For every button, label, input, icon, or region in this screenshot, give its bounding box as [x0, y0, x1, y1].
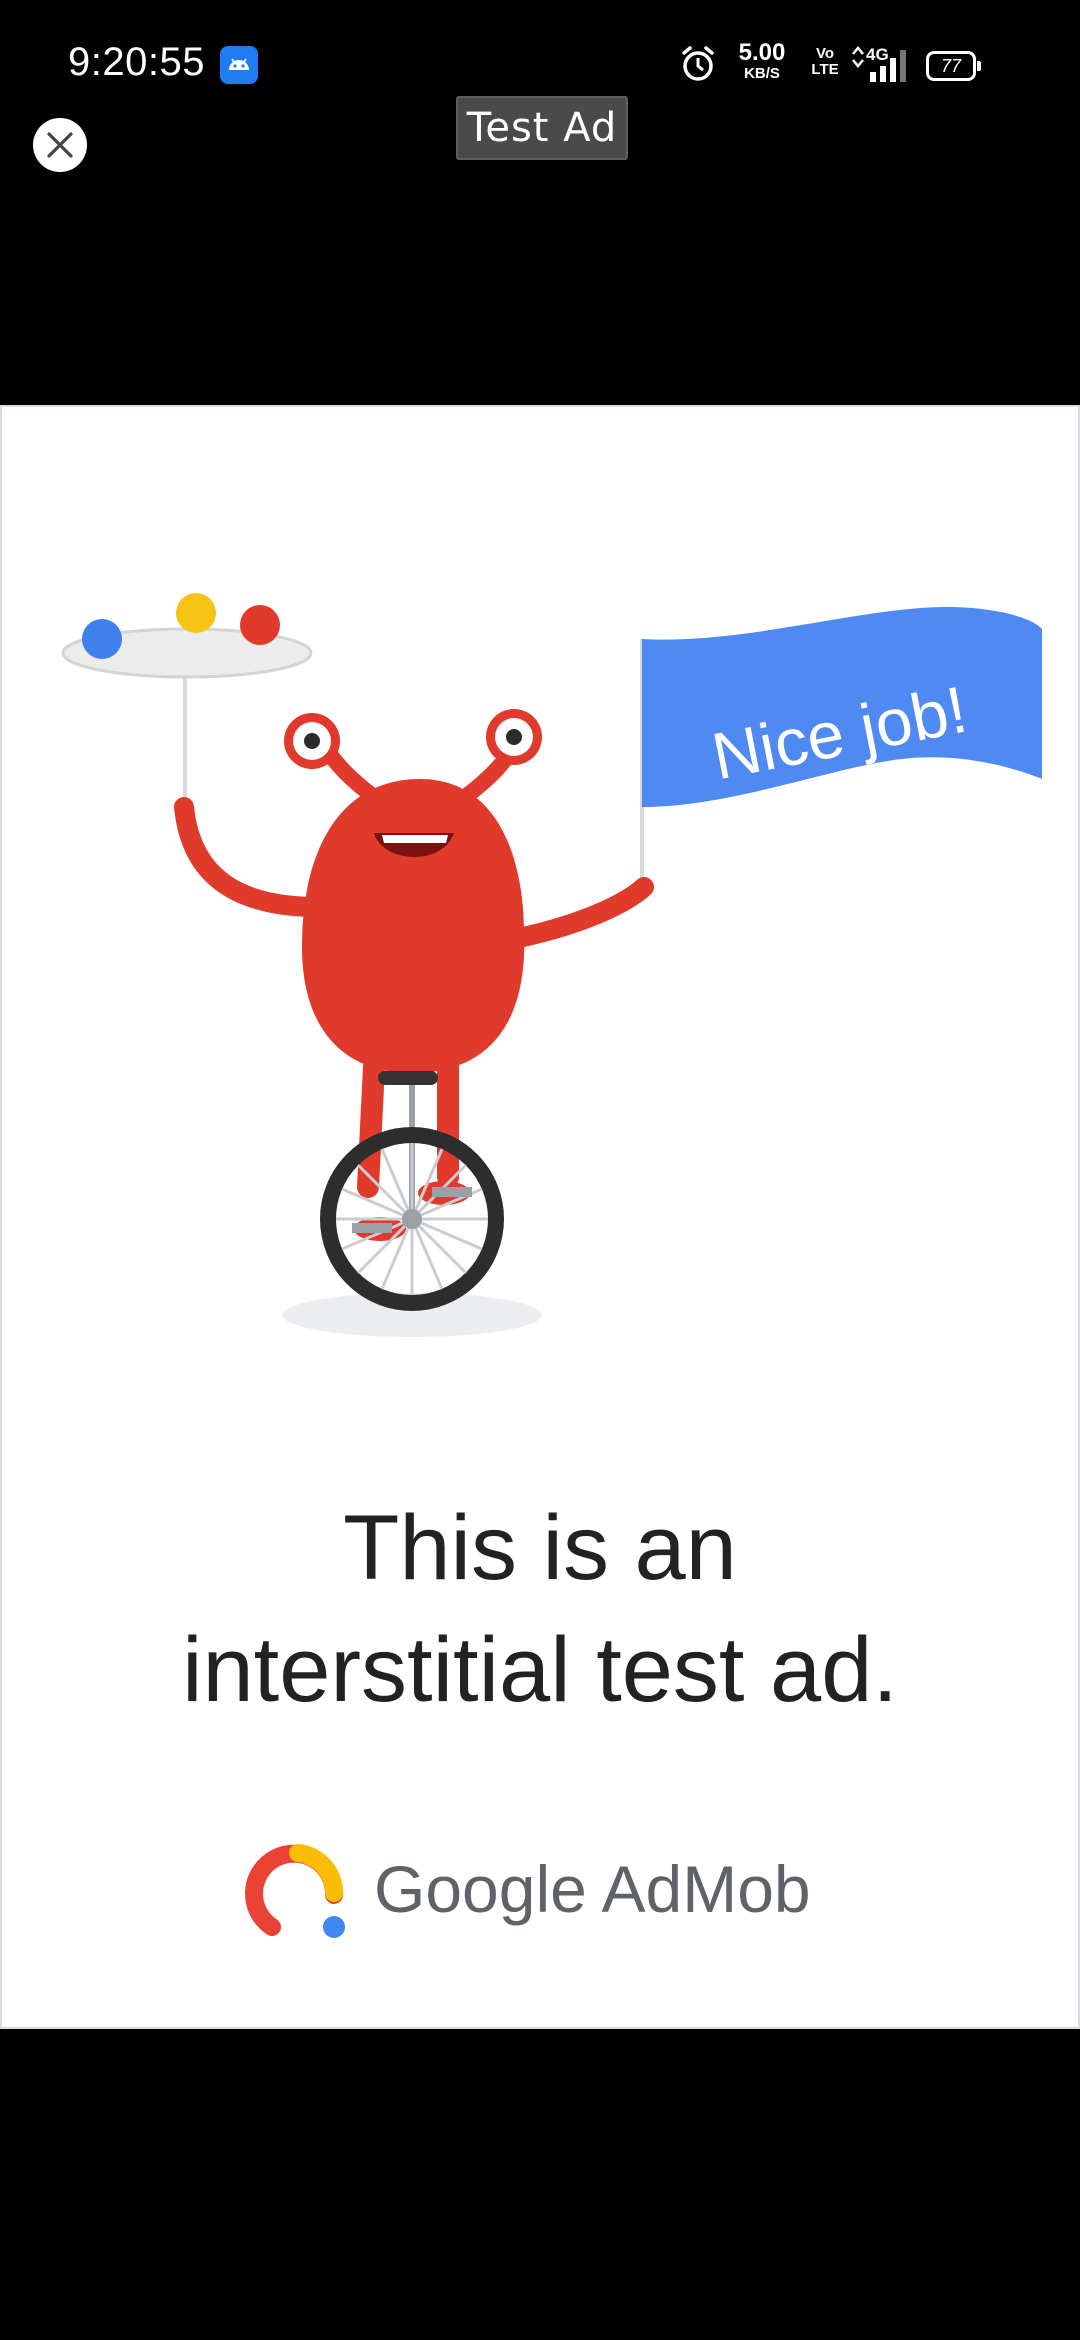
close-ad-button[interactable] [33, 118, 87, 172]
unicycle-wheel [320, 1127, 504, 1311]
admob-icon [245, 1844, 345, 1938]
close-icon [47, 132, 73, 158]
alarm-icon [682, 46, 714, 81]
battery-level: 77 [940, 56, 962, 76]
network-speed-unit: KB/S [744, 65, 780, 82]
plate-with-balls [61, 593, 313, 807]
app-notification-icon [220, 46, 258, 84]
monster-unicycle-illustration: Nice job! [61, 593, 1042, 1337]
signal-icon: 4G [852, 45, 906, 82]
ad-headline: This is an interstitial test ad. [2, 1487, 1078, 1731]
google-admob-logo: Google AdMob [242, 1835, 842, 1945]
headline-line-1: This is an [343, 1497, 737, 1599]
status-time: 9:20:55 [68, 40, 205, 84]
network-type: 4G [866, 45, 889, 64]
red-ball [240, 605, 280, 645]
test-ad-label: Test Ad [456, 96, 628, 160]
interstitial-ad-creative[interactable]: Nice job! This is an interstitial test a… [0, 405, 1080, 2029]
volte-bottom: LTE [811, 61, 839, 78]
battery-icon: 77 [926, 51, 981, 81]
network-speed: 5.00 KB/S [730, 40, 794, 82]
network-speed-value: 5.00 [738, 39, 786, 66]
admob-wordmark: Google AdMob [374, 1852, 811, 1926]
blue-ball [82, 619, 122, 659]
volte-indicator: Vo LTE [810, 46, 840, 78]
nice-job-flag: Nice job! [640, 607, 1042, 887]
yellow-ball [176, 593, 216, 633]
headline-line-2: interstitial test ad. [182, 1619, 898, 1721]
volte-top: Vo [815, 45, 835, 62]
